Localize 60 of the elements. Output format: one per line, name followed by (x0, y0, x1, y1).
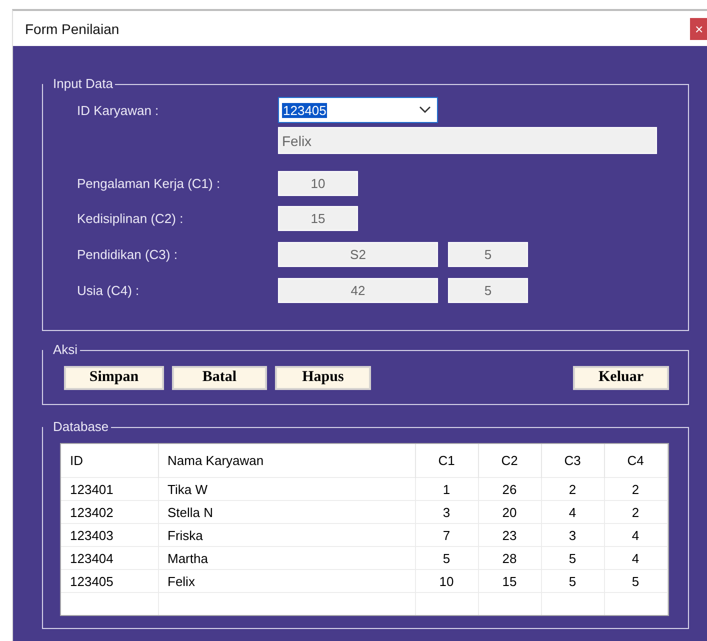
table-cell: 15 (478, 570, 541, 592)
value-field[interactable]: 10 (278, 171, 358, 196)
group-legend: Input Data (53, 76, 113, 91)
table-cell: 23 (478, 524, 541, 546)
table-cell: 4 (541, 500, 604, 524)
column-header[interactable]: C1 (415, 444, 478, 478)
score-field[interactable]: 5 (448, 242, 528, 266)
value-field[interactable]: 42 (278, 278, 438, 302)
table-cell: 26 (478, 478, 541, 500)
table-cell: Tika W (158, 478, 415, 500)
column-header[interactable]: C4 (604, 444, 667, 478)
table-cell: 5 (541, 570, 604, 592)
column-header[interactable]: C3 (541, 444, 604, 478)
column-header[interactable]: Nama Karyawan (158, 444, 415, 478)
table-cell: 10 (415, 570, 478, 592)
table-cell: Friska (158, 524, 415, 546)
table-cell: 5 (604, 570, 667, 592)
table-cell: 123405 (61, 570, 158, 592)
table-cell: 123403 (61, 524, 158, 546)
column-header[interactable]: C2 (478, 444, 541, 478)
table-cell: 28 (478, 546, 541, 570)
table-cell: 3 (415, 500, 478, 524)
column-header[interactable]: ID (61, 444, 158, 478)
value-field[interactable]: S2 (278, 242, 438, 266)
window-title: Form Penilaian (25, 20, 120, 36)
table-cell: 123401 (61, 478, 158, 500)
action-button[interactable]: Batal (172, 366, 267, 390)
group-legend: Aksi (53, 342, 78, 357)
table-cell: Martha (158, 546, 415, 570)
table-cell: 5 (415, 546, 478, 570)
id-dropdown[interactable]: 123405 (278, 97, 438, 123)
action-button[interactable]: Simpan (64, 366, 164, 390)
table-cell: 20 (478, 500, 541, 524)
table-cell: 123404 (61, 546, 158, 570)
field-label: Kedisiplinan (C2) : (77, 211, 184, 226)
table-cell: 123402 (61, 500, 158, 524)
table-cell: 2 (604, 500, 667, 524)
value-field[interactable]: 15 (278, 206, 358, 231)
group-legend: Database (53, 419, 109, 434)
score-field[interactable]: 5 (448, 278, 528, 302)
table-cell: 3 (541, 524, 604, 546)
table-cell: 5 (541, 546, 604, 570)
exit-button[interactable]: Keluar (573, 366, 669, 390)
table-cell: 2 (604, 478, 667, 500)
action-button[interactable]: Hapus (275, 366, 371, 390)
name-field[interactable]: Felix (278, 127, 657, 154)
field-label: ID Karyawan : (77, 102, 160, 118)
chevron-down-icon (419, 106, 431, 114)
table-cell: Stella N (158, 500, 415, 524)
close-button[interactable]: × (690, 18, 707, 40)
table-cell: 2 (541, 478, 604, 500)
table-cell: 4 (604, 524, 667, 546)
table-cell: 7 (415, 524, 478, 546)
table-cell: Felix (158, 570, 415, 592)
table-cell: 1 (415, 478, 478, 500)
field-label: Pendidikan (C3) : (77, 246, 178, 262)
table-cell: 4 (604, 546, 667, 570)
field-label: Usia (C4) : (77, 282, 140, 298)
field-label: Pengalaman Kerja (C1) : (77, 176, 222, 191)
dropdown-value: 123405 (282, 102, 328, 118)
